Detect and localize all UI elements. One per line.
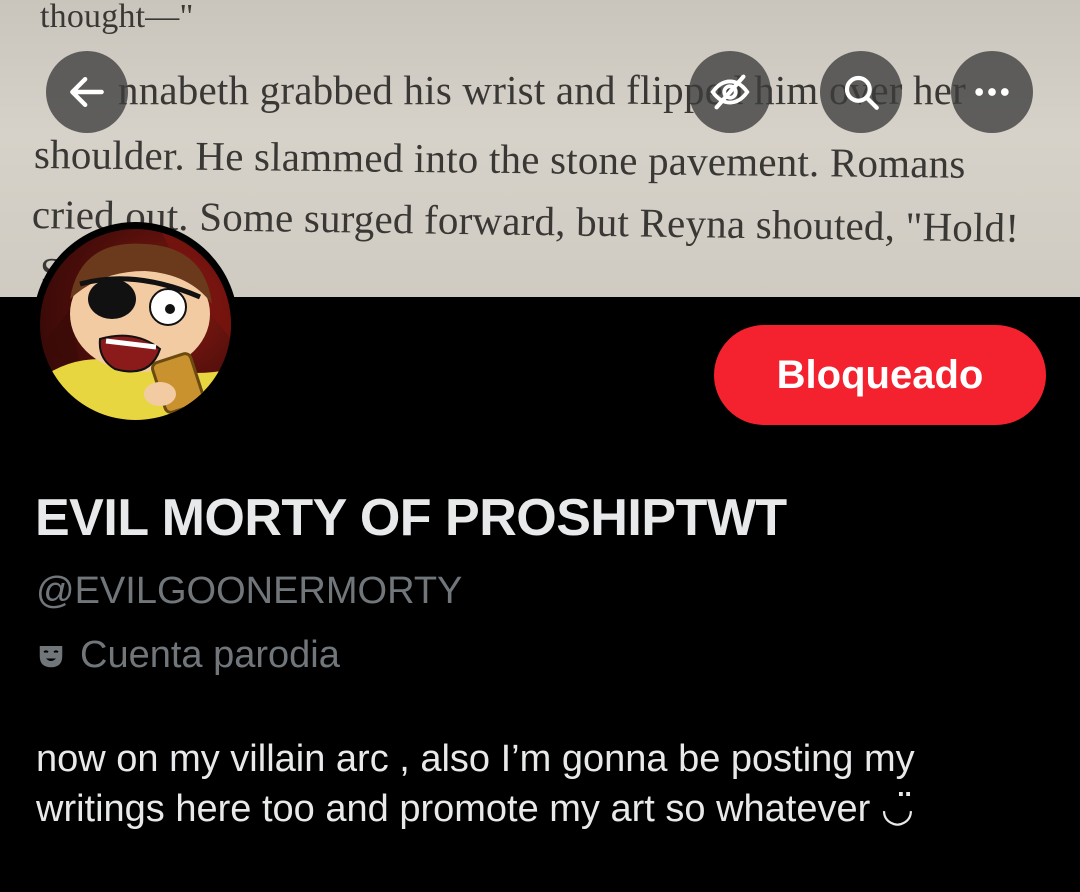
display-name: EVIL MORTY OF PROSHIPTWT [35,489,787,547]
offline-toggle-button[interactable] [689,51,771,133]
parody-label-text: Cuenta parodia [80,634,340,676]
more-options-button[interactable] [951,51,1033,133]
avatar-image [40,229,231,420]
theater-mask-icon [39,645,63,667]
arrow-left-icon [70,76,104,108]
back-button[interactable] [46,51,128,133]
parody-account-label: Cuenta parodia [36,634,340,677]
banner-text-line: thought—" [40,0,194,35]
search-button[interactable] [820,51,902,133]
user-handle: @EVILGOONERMORTY [36,570,463,612]
eye-slash-icon [710,74,750,110]
banner-text-line: shoulder. He slammed into the stone pave… [33,131,966,187]
more-horizontal-icon [975,88,1009,96]
search-icon [844,75,879,110]
blocked-button[interactable]: Bloqueado [714,325,1046,425]
avatar[interactable] [33,222,238,427]
profile-bio: now on my villain arc , also I’m gonna b… [36,738,915,830]
